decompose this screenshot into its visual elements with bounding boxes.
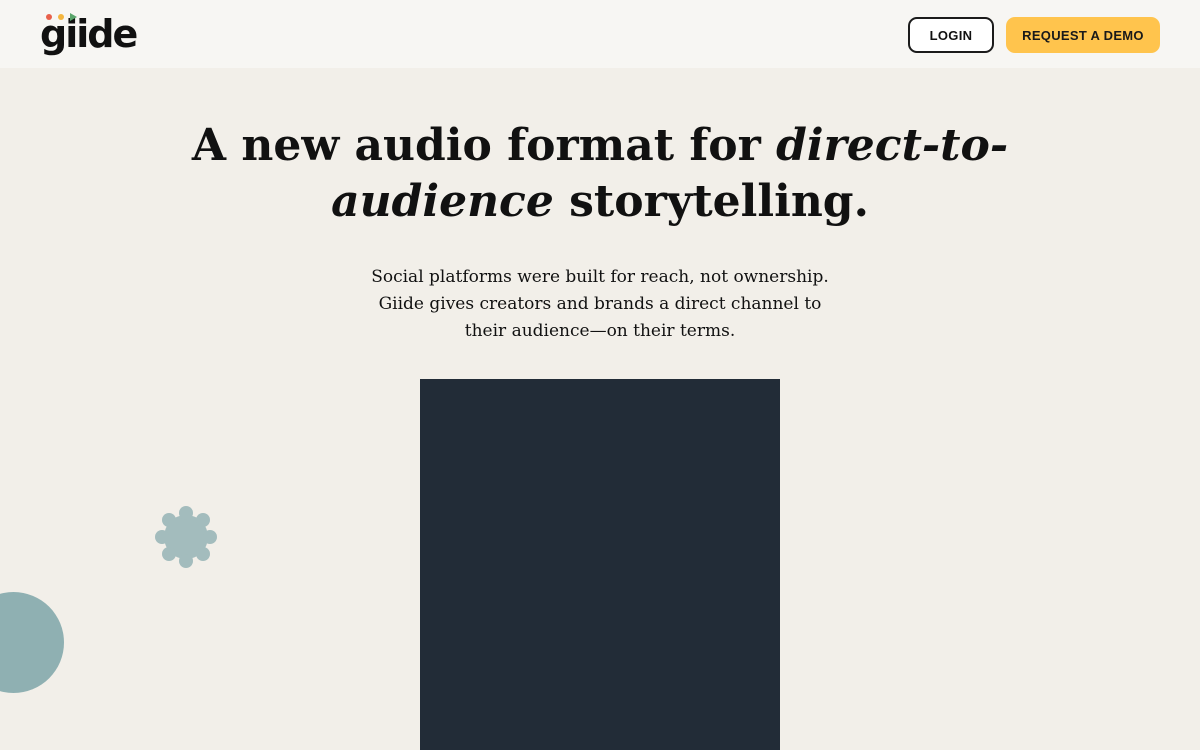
gear-shape-decoration: [155, 506, 217, 568]
logo-dot-red: [46, 14, 52, 20]
request-demo-button[interactable]: REQUEST A DEMO: [1006, 17, 1160, 53]
media-panel: [420, 379, 780, 750]
hero-title-italic2: audience: [331, 176, 554, 227]
circle-shape-decoration: [0, 592, 64, 693]
hero-subtitle: Social platforms were built for reach, n…: [371, 267, 829, 341]
login-button[interactable]: LOGIN: [908, 17, 994, 53]
hero-title-part2: storytelling.: [553, 176, 869, 227]
hero-title-italic1: direct-to-: [776, 120, 1009, 171]
logo-dots: [42, 13, 82, 22]
logo-dot-yellow: [58, 14, 64, 20]
giide-logo[interactable]: giide: [40, 12, 138, 53]
hero-title: A new audio format for direct-to-audienc…: [150, 118, 1050, 230]
site-header: giide LOGIN REQUEST A DEMO: [0, 0, 1200, 68]
hero-title-part1: A new audio format for: [191, 120, 777, 171]
logo-dot-green: [70, 13, 77, 21]
